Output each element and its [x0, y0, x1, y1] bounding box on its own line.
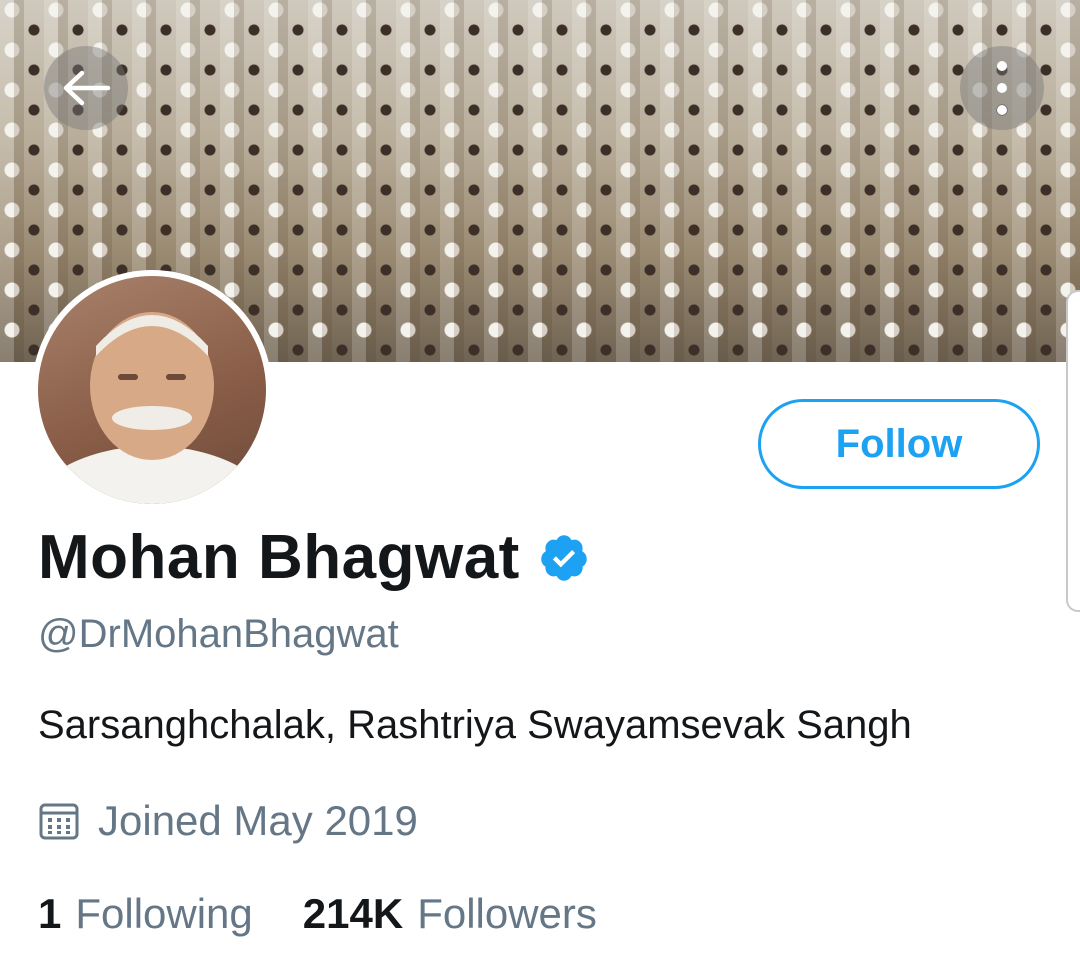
more-vertical-icon [997, 61, 1007, 115]
avatar-photo [38, 276, 266, 504]
following-label: Following [75, 890, 253, 937]
followers-count: 214K [302, 890, 404, 937]
joined-date: Joined May 2019 [98, 797, 418, 844]
profile-name-row: Mohan Bhagwat [38, 522, 590, 593]
arrow-left-icon [63, 70, 111, 106]
profile-name: Mohan Bhagwat [38, 523, 520, 592]
following-link[interactable]: 1 Following [38, 890, 253, 938]
following-count: 1 [38, 890, 62, 937]
profile-stats: 1 Following 214K Followers [38, 890, 597, 938]
verified-badge-icon [541, 534, 587, 581]
scroll-edge [1066, 290, 1080, 612]
joined-row: Joined May 2019 [38, 797, 418, 845]
more-options-button[interactable] [960, 46, 1044, 130]
calendar-icon [39, 803, 79, 840]
profile-handle: @DrMohanBhagwat [38, 612, 399, 656]
profile-avatar[interactable] [32, 270, 272, 510]
back-button[interactable] [44, 46, 128, 130]
profile-bio: Sarsanghchalak, Rashtriya Swayamsevak Sa… [38, 703, 912, 747]
followers-label: Followers [417, 890, 597, 937]
follow-button[interactable]: Follow [758, 399, 1040, 489]
followers-link[interactable]: 214K Followers [303, 890, 597, 938]
